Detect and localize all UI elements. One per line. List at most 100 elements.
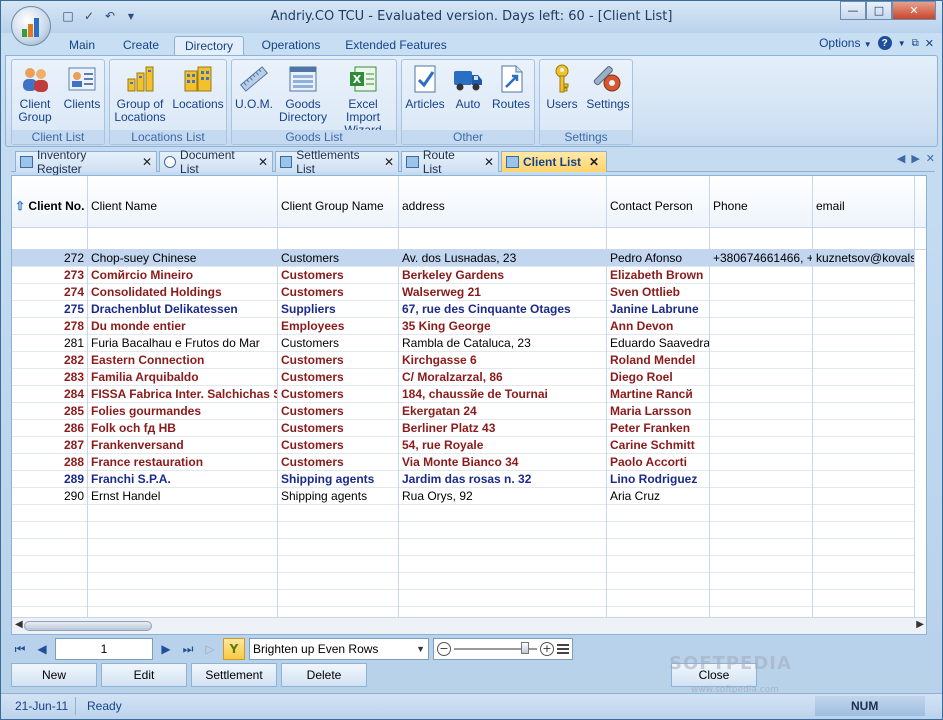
cell-client-group: Customers <box>281 370 344 384</box>
maximize-button[interactable]: □ <box>866 1 892 20</box>
column-header-client-group[interactable]: Client Group Name <box>278 176 399 228</box>
row-style-select[interactable]: Brighten up Even Rows ▼ <box>249 638 429 660</box>
first-record-icon[interactable]: ⏮ <box>11 639 29 659</box>
tab-scroll-right-icon[interactable]: ▶ <box>911 152 919 165</box>
table-row[interactable]: 283 Familia Arquibaldo Customers C/ Moralza… <box>12 369 915 386</box>
settings-button[interactable]: Settings <box>584 63 632 111</box>
table-row[interactable]: 285 Folies gourmandes Customers Ekergatan 2… <box>12 403 915 420</box>
previous-record-icon[interactable]: ◀ <box>33 639 51 659</box>
table-row[interactable]: 290 Ernst Handel Shipping agents Rua Orys, … <box>12 488 915 505</box>
scroll-thumb[interactable] <box>24 621 152 631</box>
table-row[interactable]: 287 Frankenversand Customers 54, rue Royale… <box>12 437 915 454</box>
routes-button[interactable]: Routes <box>490 63 532 111</box>
help-icon[interactable]: ? <box>877 36 892 50</box>
add-record-icon[interactable]: ▷ <box>201 639 219 659</box>
tab-extended-features[interactable]: Extended Features <box>339 36 453 56</box>
table-row[interactable]: 272 Chop-suey Chinese Customers Av. dos Lus… <box>12 250 915 267</box>
close-all-tabs-icon[interactable]: ✕ <box>926 152 935 165</box>
table-row[interactable]: 278 Du monde entier Employees 35 King Georg… <box>12 318 915 335</box>
close-tab-icon[interactable]: ✕ <box>384 155 394 169</box>
ribbon-group-goods-list: U.O.M. Goods Directory X Excel Import Wi… <box>231 59 397 145</box>
table-row[interactable]: 274 Consolidated Holdings Customers Walserw… <box>12 284 915 301</box>
horizontal-scrollbar[interactable]: ◀ ▶ <box>12 617 926 634</box>
zoom-slider[interactable] <box>454 642 537 654</box>
tab-scroll-left-icon[interactable]: ◀ <box>897 152 905 165</box>
minimize-button[interactable]: — <box>840 1 866 20</box>
table-row[interactable]: 289 Franchi S.P.A. Shipping agents Jardim d… <box>12 471 915 488</box>
delete-button[interactable]: Delete <box>281 663 367 687</box>
column-header-phone[interactable]: Phone <box>710 176 813 228</box>
doc-tab-settlements-list[interactable]: Settlements List ✕ <box>275 148 399 176</box>
grid-filter-row[interactable] <box>12 228 926 250</box>
cell-client-name: Eastern Connection <box>91 353 205 367</box>
auto-button[interactable]: Auto <box>448 63 488 111</box>
cell-address: Via Monte Bianco 34 <box>402 455 519 469</box>
table-row[interactable]: 281 Furia Bacalhau e Frutos do Mar Custome… <box>12 335 915 352</box>
cell-contact-person: Diego Roel <box>610 370 673 384</box>
settlements-icon <box>280 156 293 168</box>
uom-button[interactable]: U.O.M. <box>234 63 274 111</box>
edit-button[interactable]: Edit <box>101 663 187 687</box>
cell-phone <box>710 301 812 318</box>
filter-icon[interactable]: Y <box>223 638 245 660</box>
settlement-button[interactable]: Settlement <box>191 663 277 687</box>
tab-main[interactable]: Main <box>59 36 105 56</box>
table-row[interactable]: 275 Drachenblut Delikatessen Suppliers 67, … <box>12 301 915 318</box>
cell-email <box>813 301 914 318</box>
table-row[interactable]: 286 Folk och fд HB Customers Berliner Platz… <box>12 420 915 437</box>
doc-tab-client-list[interactable]: Client List ✕ <box>501 151 607 172</box>
table-row[interactable]: 282 Eastern Connection Customers Kirchgasse… <box>12 352 915 369</box>
tab-directory[interactable]: Directory <box>174 36 244 56</box>
doc-tab-document-list[interactable]: Document List ✕ <box>159 148 273 176</box>
scroll-right-icon[interactable]: ▶ <box>916 619 924 630</box>
app-menu-button[interactable] <box>11 6 51 46</box>
close-tab-icon[interactable]: ✕ <box>484 155 494 169</box>
zoom-out-icon[interactable]: − <box>437 642 451 656</box>
tab-operations[interactable]: Operations <box>253 36 329 56</box>
doc-tab-route-list[interactable]: Route List ✕ <box>401 148 499 176</box>
locations-button[interactable]: Locations <box>170 63 226 111</box>
column-header-address[interactable]: address <box>399 176 607 228</box>
close-tab-icon[interactable]: ✕ <box>258 155 268 169</box>
close-tab-icon[interactable]: ✕ <box>142 155 152 169</box>
clients-button[interactable]: Clients <box>60 63 104 111</box>
table-row[interactable]: 288 France restauration Customers Via Monte… <box>12 454 915 471</box>
column-header-contact-person[interactable]: Contact Person <box>607 176 710 228</box>
client-grid[interactable]: ⇧ Client No. Client Name Client Group Na… <box>11 175 927 635</box>
new-button[interactable]: New <box>11 663 97 687</box>
cell-address: Rambla de Cataluca, 23 <box>402 336 531 350</box>
articles-button[interactable]: Articles <box>404 63 446 111</box>
cell-client-group: Customers <box>281 336 340 350</box>
group-of-locations-button[interactable]: Group of Locations <box>112 63 168 124</box>
goods-directory-button[interactable]: Goods Directory <box>278 63 328 124</box>
users-button[interactable]: Users <box>542 63 582 111</box>
ribbon-restore-icon[interactable]: ⧉ <box>912 38 919 49</box>
column-header-client-no[interactable]: ⇧ Client No. <box>12 176 88 228</box>
doc-tab-inventory-register[interactable]: Inventory Register ✕ <box>15 148 157 176</box>
ribbon-close-icon[interactable]: ✕ <box>925 37 934 50</box>
goods-directory-icon <box>287 63 319 95</box>
routes-document-icon <box>495 63 527 95</box>
excel-import-wizard-button[interactable]: X Excel Import Wizard <box>330 63 396 137</box>
close-window-button[interactable]: ✕ <box>892 1 936 20</box>
cell-phone <box>710 318 812 335</box>
page-number-input[interactable]: 1 <box>55 638 153 660</box>
next-record-icon[interactable]: ▶ <box>157 639 175 659</box>
close-tab-icon[interactable]: ✕ <box>589 155 599 169</box>
column-header-client-name[interactable]: Client Name <box>88 176 278 228</box>
zoom-slider-knob[interactable] <box>520 642 529 654</box>
scroll-left-icon[interactable]: ◀ <box>15 619 23 630</box>
tab-create[interactable]: Create <box>115 36 167 56</box>
column-chooser-icon[interactable] <box>557 644 569 654</box>
table-row[interactable]: 284 FISSA Fabrica Inter. Salchichas S.A Cu… <box>12 386 915 403</box>
client-group-button[interactable]: Client Group <box>14 63 56 124</box>
options-menu[interactable]: Options ▼ <box>819 36 872 50</box>
table-row[interactable]: 273 Comйrcio Mineiro Customers Berkeley Gar… <box>12 267 915 284</box>
locations-group-icon <box>124 63 156 95</box>
last-record-icon[interactable]: ⏭ <box>179 639 197 659</box>
status-text: Ready <box>87 699 122 713</box>
cell-address: Rua Orys, 92 <box>402 489 473 503</box>
zoom-in-icon[interactable]: + <box>540 642 554 656</box>
column-header-email[interactable]: email <box>813 176 915 228</box>
cell-phone <box>710 454 812 471</box>
